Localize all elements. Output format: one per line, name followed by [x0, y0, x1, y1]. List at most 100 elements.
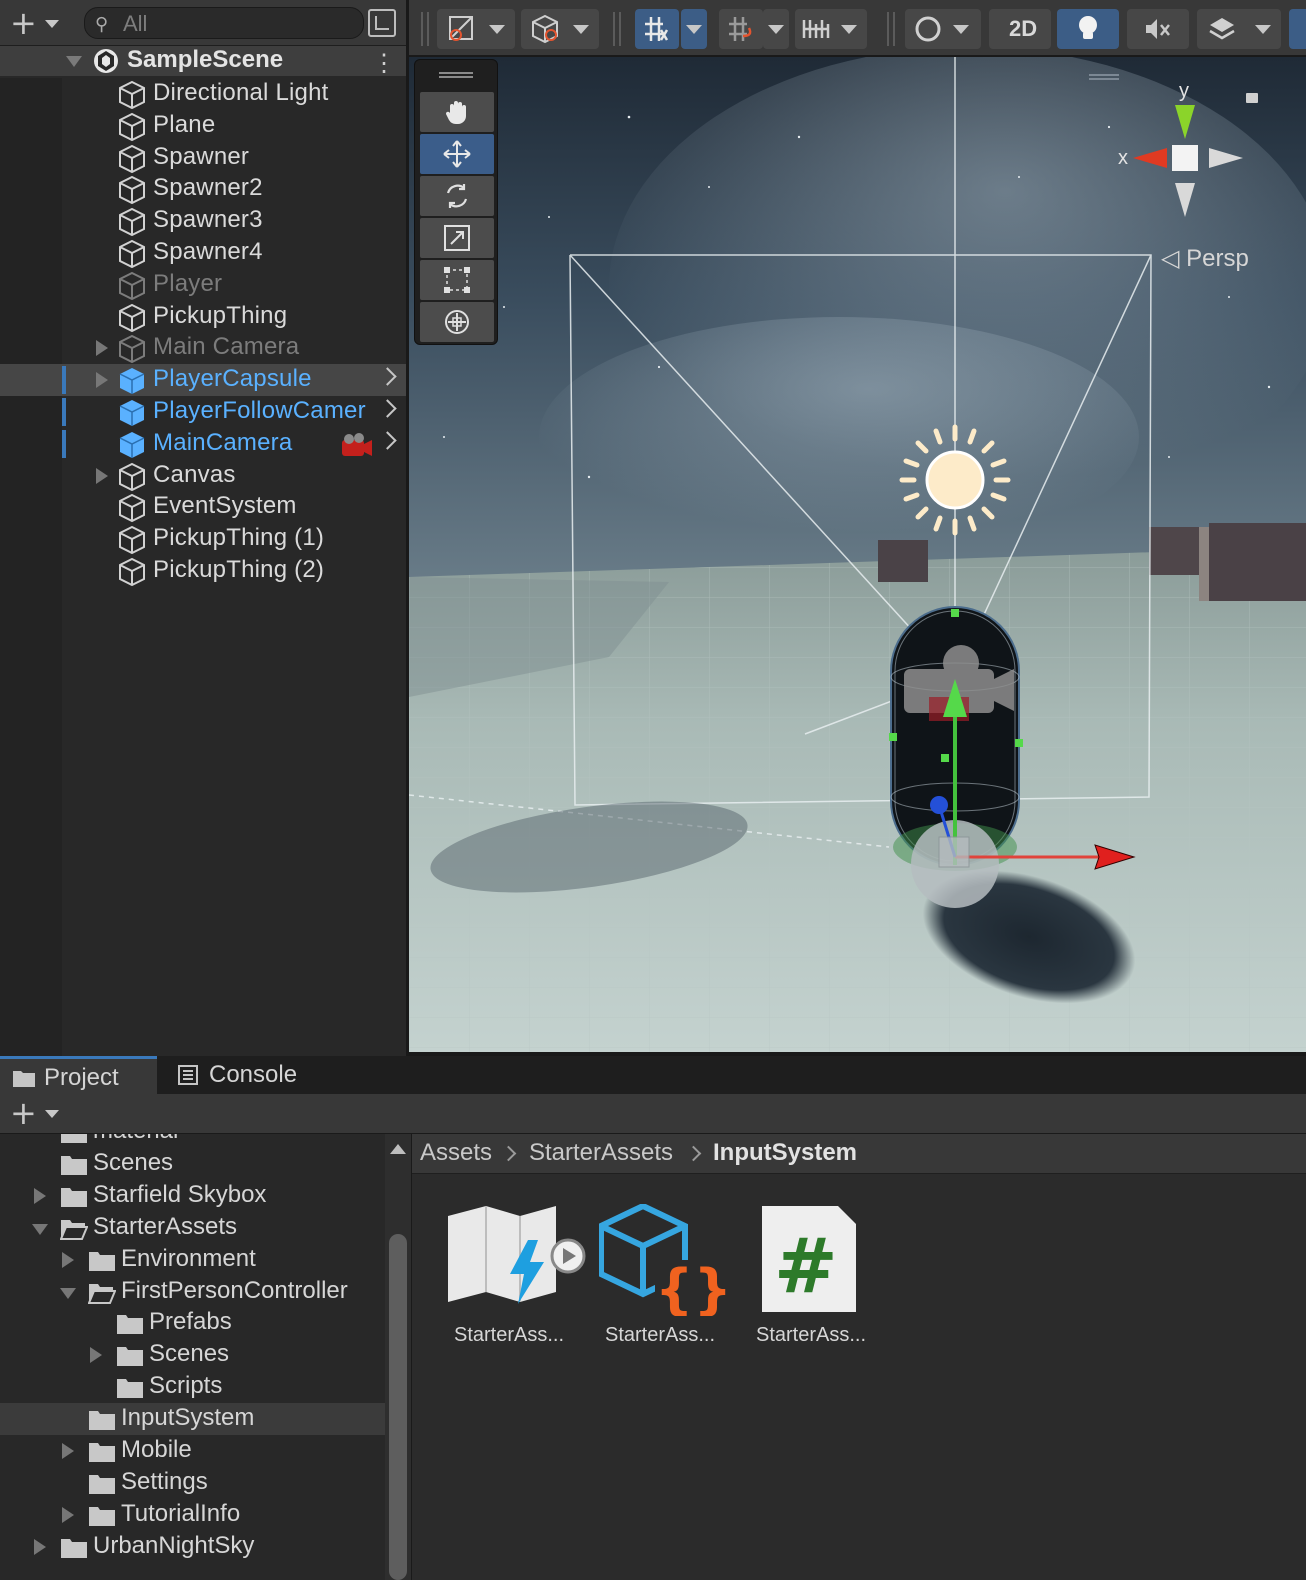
folder-tree-item[interactable]: Settings [0, 1467, 385, 1499]
foldout-closed-icon[interactable] [96, 467, 108, 484]
move-tool-button[interactable] [420, 134, 494, 174]
breadcrumb-assets[interactable]: Assets [420, 1139, 492, 1167]
overlay-grip[interactable] [439, 72, 473, 78]
render-mode-dropdown[interactable] [521, 9, 599, 49]
hierarchy-item[interactable]: Plane [0, 110, 406, 142]
asset-input-actions[interactable]: StarterAss... [434, 1204, 586, 1364]
scene-viewport[interactable]: y x [409, 57, 1306, 1052]
asset-csharp-script[interactable]: # StarterAss... [736, 1204, 886, 1364]
folder-tree-item[interactable]: UrbanNightSky [0, 1531, 385, 1563]
foldout-closed-icon[interactable] [62, 1251, 74, 1268]
breadcrumb-inputsystem[interactable]: InputSystem [713, 1139, 857, 1167]
foldout-open-icon[interactable] [66, 56, 82, 67]
create-asset-dropdown[interactable]: + [8, 1094, 62, 1132]
folder-tree-item[interactable]: InputSystem [0, 1403, 385, 1436]
hierarchy-item[interactable]: PickupThing (1) [0, 523, 406, 555]
hierarchy-item[interactable]: Spawner3 [0, 205, 406, 237]
folder-tree-item[interactable]: Scenes [0, 1148, 385, 1180]
foldout-open-icon[interactable] [32, 1223, 48, 1235]
folder-tree-item[interactable]: Environment [0, 1244, 385, 1276]
projection-toggle[interactable]: ◁ Persp [1161, 244, 1249, 273]
hierarchy-item[interactable]: Directional Light [0, 78, 406, 110]
foldout-closed-icon[interactable] [96, 372, 108, 389]
hierarchy-item[interactable]: Main Camera [0, 332, 406, 364]
scene-title: SampleScene [127, 46, 284, 73]
grid-snap-dropdown[interactable] [681, 9, 707, 49]
foldout-closed-icon[interactable] [34, 1187, 46, 1204]
transform-tool-button[interactable] [420, 302, 494, 342]
scrollbar-thumb[interactable] [389, 1234, 407, 1580]
scroll-up-icon[interactable] [390, 1144, 406, 1154]
toolbar-grip[interactable] [613, 12, 621, 46]
folder-tree-item[interactable]: FirstPersonController [0, 1276, 385, 1308]
foldout-closed-icon[interactable] [34, 1538, 46, 1555]
hand-tool-button[interactable] [420, 92, 494, 132]
toolbar-grip[interactable] [887, 12, 895, 46]
hierarchy-item[interactable]: Canvas [0, 460, 406, 492]
rotate-tool-button[interactable] [420, 176, 494, 216]
search-icon: ⚲ [95, 14, 109, 34]
breadcrumb-starterassets[interactable]: StarterAssets [529, 1139, 673, 1167]
folder-tree-item[interactable]: Mobile [0, 1435, 385, 1467]
shading-dropdown[interactable] [905, 9, 981, 49]
foldout-closed-icon[interactable] [62, 1443, 74, 1459]
lighting-toggle[interactable] [1057, 9, 1119, 49]
input-actions-icon [448, 1206, 586, 1304]
tab-console[interactable]: Console [165, 1056, 325, 1094]
scale-tool-button[interactable] [420, 218, 494, 258]
foldout-open-icon[interactable] [60, 1287, 76, 1299]
persp-arrow-icon: ◁ [1161, 245, 1180, 272]
scene-visibility-button[interactable] [368, 9, 396, 37]
folder-tree-item[interactable]: Scripts [0, 1371, 385, 1403]
prefab-cube-icon [119, 368, 145, 395]
folder-tree-scrollbar[interactable] [385, 1134, 411, 1580]
folder-tree-label: Scenes [149, 1340, 230, 1368]
ruler-snap-dropdown[interactable] [795, 9, 867, 49]
folder-tree-item[interactable]: material [0, 1134, 385, 1148]
hierarchy-search-input[interactable]: ⚲ All [84, 7, 364, 39]
increment-snap-toggle[interactable] [719, 9, 763, 49]
hierarchy-item[interactable]: PickupThing (2) [0, 555, 406, 587]
grid-snap-toggle[interactable] [635, 9, 679, 49]
hierarchy-item[interactable]: Spawner [0, 142, 406, 174]
hierarchy-item[interactable]: EventSystem [0, 491, 406, 523]
more-options-icon[interactable]: ⋮ [372, 49, 396, 78]
foldout-closed-icon[interactable] [90, 1347, 102, 1364]
folder-tree-item[interactable]: Starfield Skybox [0, 1180, 385, 1212]
hierarchy-item[interactable]: PickupThing [0, 301, 406, 333]
asset-json[interactable]: {} StarterAss... [585, 1204, 735, 1364]
hierarchy-item-label: Canvas [153, 460, 236, 488]
chevron-right-icon[interactable] [378, 399, 397, 418]
effects-dropdown[interactable] [1197, 9, 1281, 49]
audio-toggle[interactable] [1127, 9, 1189, 49]
increment-snap-dropdown[interactable] [763, 9, 789, 49]
folder-tree-item[interactable]: StarterAssets [0, 1212, 385, 1244]
hierarchy-item[interactable]: Player [0, 269, 406, 301]
gameobject-cube-icon [119, 239, 145, 269]
hierarchy-item-label: PlayerFollowCamer [153, 397, 366, 424]
transform-icon [445, 310, 469, 334]
foldout-closed-icon[interactable] [62, 1506, 74, 1523]
chevron-right-icon[interactable] [378, 367, 397, 386]
hidden-objects-toggle[interactable] [1289, 9, 1306, 49]
scene-header-row[interactable]: SampleScene ⋮ [0, 46, 406, 78]
foldout-closed-icon[interactable] [96, 340, 108, 357]
tab-project[interactable]: Project [0, 1056, 157, 1094]
folder-tree-item[interactable]: Scenes [0, 1339, 385, 1371]
chevron-right-icon[interactable] [378, 431, 397, 450]
toggle-2d-button[interactable]: 2D [989, 9, 1051, 49]
draw-mode-dropdown[interactable] [437, 9, 515, 49]
hierarchy-item[interactable]: Spawner4 [0, 237, 406, 269]
folder-tree-label: Starfield Skybox [93, 1180, 267, 1208]
rect-tool-button[interactable] [420, 260, 494, 300]
hierarchy-item[interactable]: MainCamera [0, 428, 406, 460]
folder-tree-item[interactable]: TutorialInfo [0, 1499, 385, 1531]
folder-tree-item[interactable]: Prefabs [0, 1307, 385, 1339]
project-panel: Project Console + material Scenes Starfiel… [0, 1056, 1306, 1580]
hierarchy-item[interactable]: PlayerFollowCamer [0, 396, 406, 428]
lock-icon[interactable] [1246, 93, 1258, 103]
create-dropdown-button[interactable]: + [8, 4, 62, 42]
hierarchy-item[interactable]: Spawner2 [0, 173, 406, 205]
toolbar-grip[interactable] [421, 12, 429, 46]
hierarchy-item[interactable]: PlayerCapsule [0, 364, 406, 397]
